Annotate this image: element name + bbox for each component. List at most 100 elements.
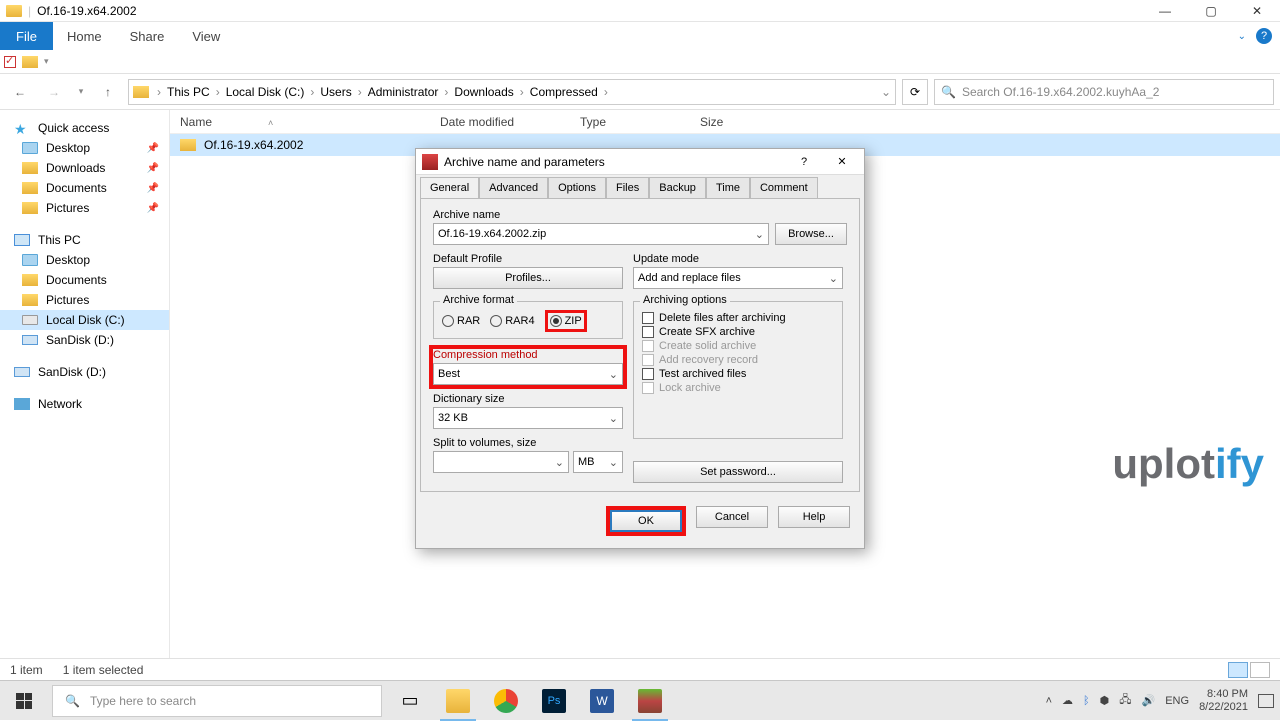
refresh-button[interactable]: ⟳ [902,79,928,105]
network-icon[interactable]: 🖧 [1119,691,1131,710]
breadcrumb[interactable]: › This PC› Local Disk (C:)› Users› Admin… [128,79,896,105]
qat-properties-icon[interactable] [4,56,16,68]
sidebar-this-pc[interactable]: This PC [0,230,169,250]
help-icon[interactable]: ? [1256,28,1272,44]
crumb-admin[interactable]: Administrator [366,85,441,99]
tab-files[interactable]: Files [606,177,649,198]
ribbon-view[interactable]: View [178,22,234,50]
taskbar-winrar[interactable] [626,681,674,721]
help-button[interactable]: Help [778,506,850,528]
start-button[interactable] [0,681,48,721]
sidebar-downloads[interactable]: Downloads📌 [0,158,169,178]
cancel-button[interactable]: Cancel [696,506,768,528]
split-size-field[interactable]: ⌄ [433,451,569,473]
dialog-help-button[interactable]: ? [788,151,820,173]
sidebar-pc-desktop[interactable]: Desktop [0,250,169,270]
chevron-down-icon[interactable]: ⌄ [755,228,764,241]
split-unit-select[interactable]: MB⌄ [573,451,623,473]
crumb-users[interactable]: Users [318,85,353,99]
sidebar-documents[interactable]: Documents📌 [0,178,169,198]
taskbar-word[interactable]: W [578,681,626,721]
chevron-down-icon[interactable]: ⌄ [609,412,618,425]
browse-button[interactable]: Browse... [775,223,847,245]
nav-forward-button[interactable]: → [40,78,68,106]
col-date[interactable]: Date modified [430,115,570,129]
radio-zip[interactable]: ZIP [550,315,582,327]
tray-expand-icon[interactable]: ˄ [1046,695,1052,707]
chevron-down-icon[interactable]: ⌄ [555,456,564,469]
opt-delete-after[interactable]: Delete files after archiving [642,312,834,324]
checkbox-icon [642,312,654,324]
dictionary-size-select[interactable]: 32 KB⌄ [433,407,623,429]
sidebar-sandisk-root[interactable]: SanDisk (D:) [0,362,169,382]
volume-icon[interactable]: 🔊 [1142,694,1156,707]
update-mode-select[interactable]: Add and replace files⌄ [633,267,843,289]
nav-recent-button[interactable]: ▾ [74,78,88,106]
onedrive-icon[interactable]: ☁ [1062,694,1073,707]
sidebar-pc-pictures[interactable]: Pictures [0,290,169,310]
chevron-down-icon[interactable]: ⌄ [609,368,618,381]
tray-app-icon[interactable]: ⬢ [1100,694,1110,707]
archive-name-field[interactable]: Of.16-19.x64.2002.zip⌄ [433,223,769,245]
set-password-button[interactable]: Set password... [633,461,843,483]
profiles-button[interactable]: Profiles... [433,267,623,289]
opt-test[interactable]: Test archived files [642,368,834,380]
ribbon-file[interactable]: File [0,22,53,50]
radio-rar[interactable]: RAR [442,315,480,327]
taskbar-chrome[interactable] [482,681,530,721]
tab-options[interactable]: Options [548,177,606,198]
qat-dropdown-icon[interactable]: ▾ [44,56,49,67]
sidebar-sandisk-d[interactable]: SanDisk (D:) [0,330,169,350]
crumb-compressed[interactable]: Compressed [528,85,600,99]
tab-comment[interactable]: Comment [750,177,818,198]
action-center-button[interactable] [1258,694,1274,708]
sidebar-local-disk-c[interactable]: Local Disk (C:) [0,310,169,330]
sidebar-pictures[interactable]: Pictures📌 [0,198,169,218]
close-button[interactable]: ✕ [1234,0,1280,22]
view-details-button[interactable] [1228,662,1248,678]
breadcrumb-dropdown-icon[interactable]: ⌄ [881,85,891,99]
status-selected: 1 item selected [63,663,144,677]
radio-rar4[interactable]: RAR4 [490,315,534,327]
sidebar-network[interactable]: Network [0,394,169,414]
compression-method-select[interactable]: Best⌄ [433,363,623,385]
minimize-button[interactable]: — [1142,0,1188,22]
task-view-button[interactable]: ▭ [386,681,434,721]
sidebar-desktop[interactable]: Desktop📌 [0,138,169,158]
ribbon-share[interactable]: Share [116,22,179,50]
crumb-thispc[interactable]: This PC [165,85,212,99]
view-large-button[interactable] [1250,662,1270,678]
search-input[interactable]: 🔍 Search Of.16-19.x64.2002.kuyhAa_2 [934,79,1274,105]
tab-advanced[interactable]: Advanced [479,177,548,198]
taskbar-photoshop[interactable]: Ps [530,681,578,721]
nav-back-button[interactable]: ← [6,78,34,106]
taskbar-search[interactable]: 🔍Type here to search [52,685,382,717]
sidebar-pc-documents[interactable]: Documents [0,270,169,290]
col-type[interactable]: Type [570,115,690,129]
maximize-button[interactable]: ▢ [1188,0,1234,22]
tab-backup[interactable]: Backup [649,177,706,198]
chevron-down-icon[interactable]: ⌄ [609,456,618,469]
crumb-downloads[interactable]: Downloads [452,85,515,99]
ribbon-collapse-icon[interactable]: ⌄ [1238,31,1246,42]
tab-general[interactable]: General [420,177,479,198]
qat-newfolder-icon[interactable] [22,56,38,68]
chevron-right-icon[interactable]: › [155,85,163,99]
sidebar-quick-access[interactable]: ★Quick access [0,118,169,138]
bluetooth-icon[interactable]: ᛒ [1083,695,1090,707]
opt-sfx[interactable]: Create SFX archive [642,326,834,338]
nav-up-button[interactable]: ↑ [94,78,122,106]
col-size[interactable]: Size [690,115,810,129]
col-name[interactable]: Name˄ [170,115,430,129]
ribbon-home[interactable]: Home [53,22,116,50]
language-indicator[interactable]: ENG [1165,695,1189,707]
crumb-c[interactable]: Local Disk (C:) [224,85,307,99]
taskbar-explorer[interactable] [434,681,482,721]
winrar-icon [638,689,662,713]
tab-time[interactable]: Time [706,177,750,198]
dialog-close-button[interactable]: ✕ [826,151,858,173]
ok-button[interactable]: OK [610,510,682,532]
chevron-down-icon[interactable]: ⌄ [829,272,838,285]
highlight-ok: OK [606,506,686,536]
taskbar-clock[interactable]: 8:40 PM 8/22/2021 [1199,688,1248,714]
